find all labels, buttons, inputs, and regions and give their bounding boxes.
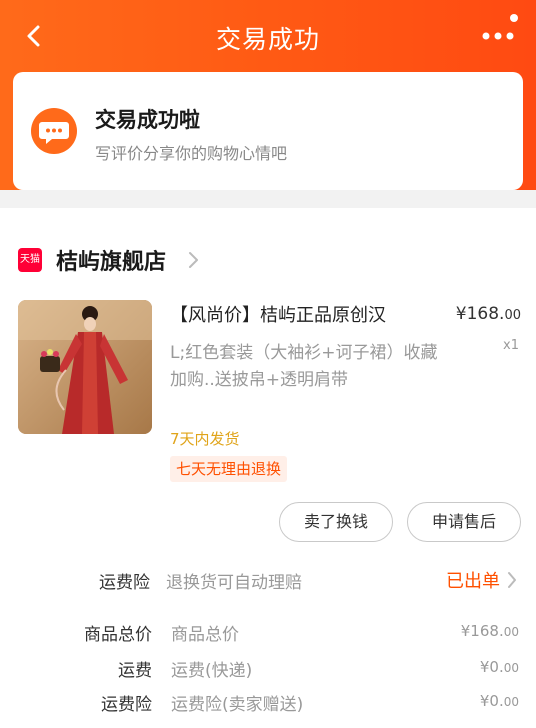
summary-value: ¥168.00 [461, 622, 519, 640]
summary-label: 运费 [118, 661, 152, 681]
page-title: 交易成功 [215, 25, 320, 54]
return-policy-badge: 七天无理由退换 [170, 456, 288, 482]
product-title[interactable]: 【风尚价】桔屿正品原创汉 [170, 302, 440, 330]
ship-time: 7天内发货 [170, 430, 240, 448]
summary-label: 商品总价 [84, 625, 152, 645]
summary-row: 商品总价 商品总价 ¥168.00 [0, 620, 536, 650]
summary-row: 运费 运费(快递) ¥0.00 [0, 656, 536, 686]
summary-value-cents: 00 [503, 661, 519, 675]
summary-desc: 运费险(卖家赠送) [171, 695, 304, 715]
status-title: 交易成功啦 [95, 108, 200, 132]
summary-desc: 商品总价 [171, 625, 239, 645]
store-name: 桔屿旗舰店 [56, 250, 167, 275]
tmall-badge-icon: 天猫 [18, 248, 42, 272]
summary-value-cents: 00 [503, 695, 519, 709]
section-divider [0, 190, 536, 208]
summary-value-main: ¥0. [479, 658, 504, 676]
nav-bar: 交易成功 [0, 0, 536, 76]
store-row[interactable]: 天猫 桔屿旗舰店 [0, 238, 536, 282]
more-dots-icon [482, 14, 518, 40]
more-button[interactable] [480, 12, 520, 48]
product-price-cents: 00 [504, 308, 521, 323]
summary-value-main: ¥0. [479, 692, 504, 710]
product-image[interactable] [18, 300, 152, 434]
chat-bubble-icon [31, 108, 77, 154]
freight-insurance-status: 已出单 [446, 571, 500, 592]
summary-row: 运费险 运费险(卖家赠送) ¥0.00 [0, 690, 536, 720]
freight-insurance-label: 运费险 [99, 573, 150, 593]
summary-value: ¥0.00 [480, 658, 519, 676]
freight-insurance-desc: 退换货可自动理赔 [166, 573, 302, 593]
chevron-right-icon [508, 572, 516, 588]
status-subtitle: 写评价分享你的购物心情吧 [95, 144, 288, 163]
chevron-right-icon [189, 252, 198, 268]
summary-value-cents: 00 [503, 625, 519, 639]
summary-value: ¥0.00 [480, 692, 519, 710]
product-quantity: x1 [503, 338, 519, 353]
product-price: ¥168.00 [456, 304, 521, 324]
summary-label: 运费险 [101, 695, 152, 715]
sell-button[interactable]: 卖了换钱 [279, 502, 393, 542]
status-card[interactable]: 交易成功啦 写评价分享你的购物心情吧 [13, 72, 523, 190]
freight-insurance-row[interactable]: 运费险 退换货可自动理赔 已出单 [0, 560, 536, 600]
summary-value-main: ¥168. [460, 622, 504, 640]
product-price-main: ¥168. [455, 304, 505, 324]
after-sale-button[interactable]: 申请售后 [407, 502, 521, 542]
product-spec: L;红色套装（大袖衫+诃子裙）收藏加购..送披帛+透明肩带 [170, 343, 438, 390]
summary-desc: 运费(快递) [171, 661, 253, 681]
